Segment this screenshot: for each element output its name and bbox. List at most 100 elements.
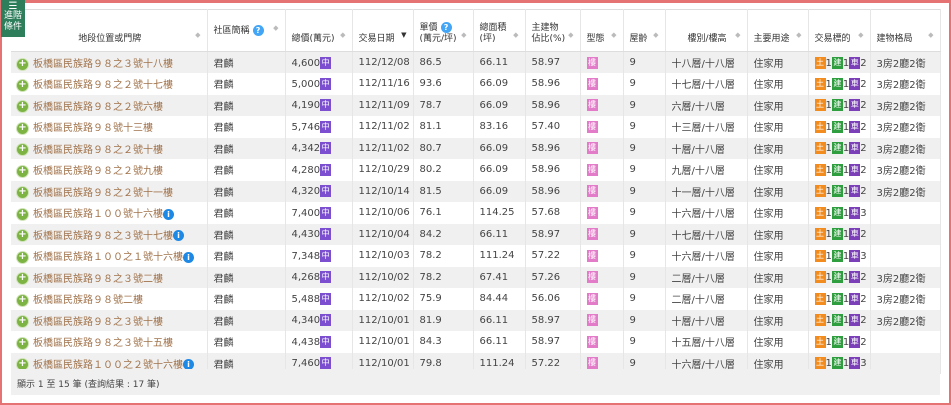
header-address[interactable]: 地段位置或門牌 ◆ — [11, 9, 208, 52]
age-cell: 9 — [623, 116, 666, 138]
age-cell: 9 — [623, 331, 666, 353]
expand-plus-icon[interactable]: + — [17, 165, 28, 177]
address-cell: + 板橋區民族路９８之３號十七樓 i — [11, 223, 208, 245]
header-main-ratio[interactable]: 主建物 佔比(%) ◆ — [525, 9, 581, 52]
help-icon[interactable]: ? — [252, 24, 264, 36]
header-total-price[interactable]: 總價(萬元) ◆ — [285, 9, 353, 52]
floor-cell: 十三層/十八層 — [665, 116, 748, 138]
floor-cell: 十五層/十八層 — [665, 331, 748, 353]
address-link[interactable]: 板橋區民族路９８之２號六樓 — [33, 102, 163, 113]
help-icon[interactable]: ? — [440, 22, 452, 33]
address-link[interactable]: 板橋區民族路９８號二樓 — [33, 295, 143, 306]
address-link[interactable]: 板橋區民族路９８之３號二樓 — [33, 274, 163, 285]
price-tag-icon: 中 — [320, 228, 332, 241]
table-row: + 板橋區民族路９８之２號六樓 君麟 4,190 中 112/11/09 78.7 66.09… — [11, 94, 941, 116]
header-area[interactable]: 總面積 (坪) ◆ — [473, 9, 526, 52]
expand-plus-icon[interactable]: + — [17, 316, 28, 328]
expand-plus-icon[interactable]: + — [17, 58, 28, 70]
age-cell: 9 — [623, 137, 666, 159]
main-ratio-cell: 58.97 — [525, 51, 581, 73]
age-cell: 9 — [623, 51, 666, 73]
table-row: + 板橋區民族路９８之２號九樓 君麟 4,280 中 112/10/29 80.2 66.09… — [11, 159, 941, 181]
expand-plus-icon[interactable]: + — [17, 337, 28, 349]
date-cell: 112/11/02 — [352, 116, 414, 138]
header-unit-price[interactable]: 單價? (萬元/坪) ◆ — [413, 9, 474, 52]
age-cell: 9 — [623, 159, 666, 181]
info-icon[interactable]: i — [173, 230, 184, 242]
total-price-cell: 4,268 中 — [285, 266, 353, 288]
address-link[interactable]: 板橋區民族路９８號十三樓 — [33, 123, 153, 134]
main-ratio-cell: 58.96 — [525, 137, 581, 159]
community-cell: 君麟 — [207, 51, 286, 73]
address-link[interactable]: 板橋區民族路９８之３號十樓 — [33, 317, 163, 328]
header-floor[interactable]: 樓別/樓高 ◆ — [665, 9, 748, 52]
expand-plus-icon[interactable]: + — [17, 101, 28, 113]
unit-price-cell: 78.2 — [413, 266, 474, 288]
layout-cell — [870, 202, 941, 224]
header-target[interactable]: 交易標的 ◆ — [808, 9, 871, 52]
community-cell: 君麟 — [207, 309, 286, 331]
advanced-filter-button[interactable]: ☰ 進階 條件 — [1, 0, 25, 37]
address-link[interactable]: 板橋區民族路９８之２號九樓 — [33, 166, 163, 177]
total-price-cell: 4,430 中 — [285, 223, 353, 245]
age-cell: 9 — [623, 202, 666, 224]
address-link[interactable]: 板橋區民族路９８之３號十七樓 — [33, 231, 173, 242]
date-cell: 112/10/03 — [352, 245, 414, 267]
expand-plus-icon[interactable]: + — [17, 230, 28, 242]
table-body: + 板橋區民族路９８之３號十八樓 君麟 4,600 中 112/12/08 86.5 66.1… — [11, 51, 941, 374]
community-cell: 君麟 — [207, 180, 286, 202]
community-cell: 君麟 — [207, 94, 286, 116]
expand-plus-icon[interactable]: + — [17, 122, 28, 134]
info-icon[interactable]: i — [163, 208, 174, 220]
header-type[interactable]: 型態 ◆ — [580, 9, 624, 52]
expand-plus-icon[interactable]: + — [17, 79, 28, 91]
address-link[interactable]: 板橋區民族路９８之２號十一樓 — [33, 188, 173, 199]
expand-plus-icon[interactable]: + — [17, 273, 28, 285]
expand-plus-icon[interactable]: + — [17, 294, 28, 306]
header-age[interactable]: 屋齡 ◆ — [623, 9, 666, 52]
price-tag-icon: 中 — [320, 357, 332, 370]
type-cell: 樓 — [580, 223, 624, 245]
header-date[interactable]: 交易日期 ▼ — [352, 9, 414, 52]
price-tag-icon: 中 — [320, 185, 332, 198]
header-usage[interactable]: 主要用途 ◆ — [747, 9, 809, 52]
floor-cell: 十六層/十八層 — [665, 245, 748, 267]
header-layout[interactable]: 建物格局 ◆ — [870, 9, 941, 52]
age-cell: 9 — [623, 223, 666, 245]
expand-plus-icon[interactable]: + — [17, 251, 28, 263]
type-cell: 樓 — [580, 245, 624, 267]
address-link[interactable]: 板橋區民族路９８之２號十樓 — [33, 145, 163, 156]
parking-icon: 車 — [849, 142, 861, 155]
main-ratio-cell: 57.68 — [525, 202, 581, 224]
total-price-cell: 4,280 中 — [285, 159, 353, 181]
land-icon: 土 — [814, 271, 826, 284]
sort-icon: ◆ — [653, 31, 659, 39]
unit-price-cell: 81.9 — [413, 309, 474, 331]
area-cell: 114.25 — [473, 202, 526, 224]
parking-icon: 車 — [849, 228, 861, 241]
type-cell: 樓 — [580, 137, 624, 159]
area-cell: 66.11 — [473, 51, 526, 73]
expand-plus-icon[interactable]: + — [17, 208, 28, 220]
table-header: 地段位置或門牌 ◆ 社區簡稱? ◆ 總價(萬元) ◆ 交易日期 ▼ 單價? (萬元/坪) ◆… — [11, 9, 941, 52]
price-tag-icon: 中 — [320, 142, 332, 155]
price-tag-icon: 中 — [320, 77, 332, 90]
price-tag-icon: 中 — [320, 163, 332, 176]
address-link[interactable]: 板橋區民族路９８之３號十五樓 — [33, 338, 173, 349]
area-cell: 66.09 — [473, 137, 526, 159]
main-ratio-cell: 58.96 — [525, 180, 581, 202]
address-link[interactable]: 板橋區民族路１００號十六樓 — [33, 209, 163, 220]
header-community[interactable]: 社區簡稱? ◆ — [207, 9, 286, 52]
expand-plus-icon[interactable]: + — [17, 144, 28, 156]
table-row: + 板橋區民族路９８號二樓 君麟 5,488 中 112/10/02 75.9 84.44 56… — [11, 288, 941, 310]
address-link[interactable]: 板橋區民族路１００之１號十六樓 — [33, 252, 183, 263]
address-link[interactable]: 板橋區民族路９８之２號十七樓 — [33, 80, 173, 91]
expand-plus-icon[interactable]: + — [17, 187, 28, 199]
community-cell: 君麟 — [207, 159, 286, 181]
info-icon[interactable]: i — [183, 251, 194, 263]
floor-cell: 十七層/十八層 — [665, 223, 748, 245]
address-link[interactable]: 板橋區民族路９８之３號十八樓 — [33, 59, 173, 70]
area-cell: 67.41 — [473, 266, 526, 288]
layout-cell: 3房2廳2衛 — [870, 94, 941, 116]
date-cell: 112/11/16 — [352, 73, 414, 95]
